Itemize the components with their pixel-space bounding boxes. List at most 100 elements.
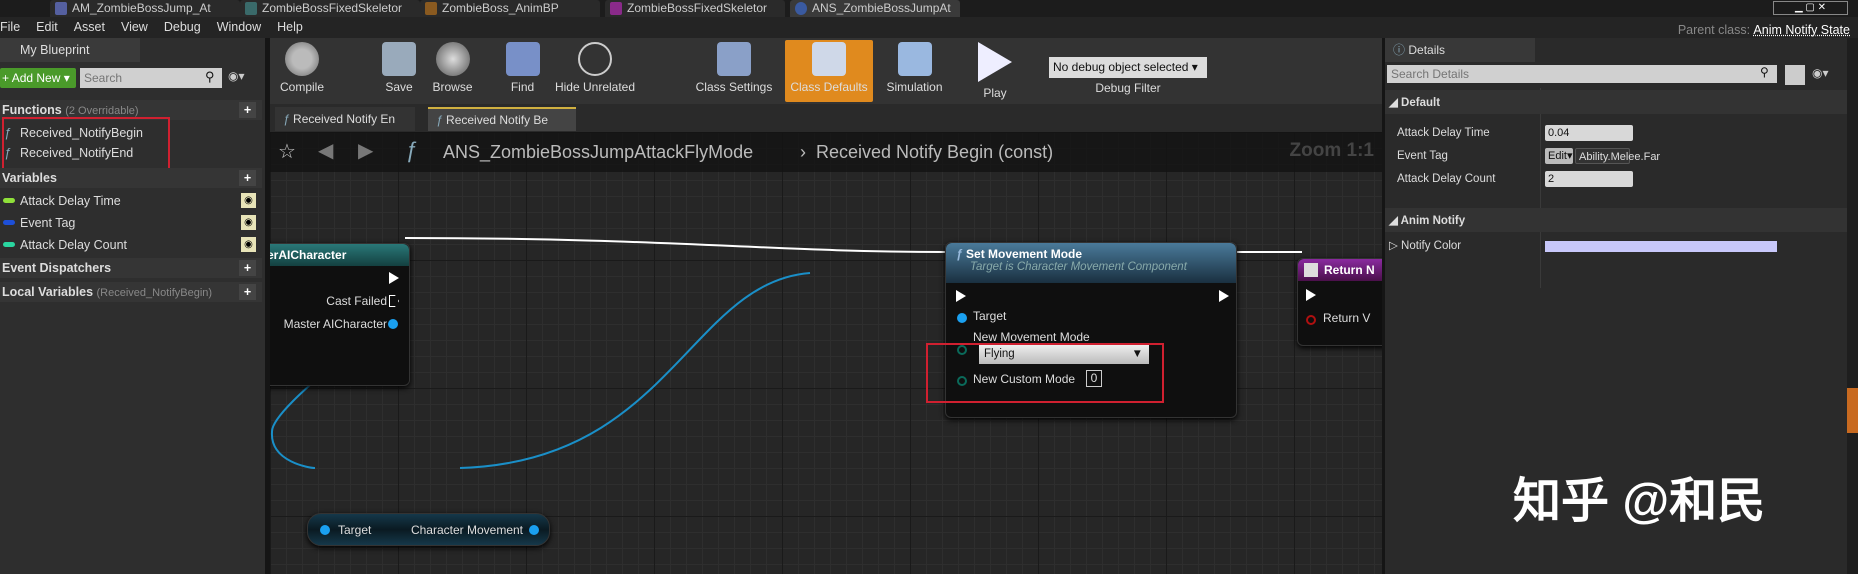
event-tag-value: Ability.Melee.Far	[1575, 148, 1660, 164]
event-tag-edit-button[interactable]: Edit▾	[1545, 148, 1573, 164]
watermark: 知乎 @和民	[1513, 475, 1766, 528]
eye-icon[interactable]: ◉	[241, 237, 256, 252]
return-value-label: Return V	[1323, 311, 1371, 325]
window-tab-active[interactable]: ANS_ZombieBossJumpAt	[790, 0, 960, 17]
save-disk-icon	[382, 42, 416, 76]
function-icon: ƒ	[283, 112, 290, 126]
struct-type-icon	[3, 220, 15, 225]
browse-button[interactable]: Browse	[425, 40, 480, 102]
target-pin[interactable]	[957, 313, 967, 323]
return-node[interactable]: Return N Return V	[1297, 258, 1382, 346]
my-blueprint-panel: My Blueprint + Add New ▾ ⚲ ◉▾ Functions …	[0, 38, 265, 574]
parent-class-link[interactable]: Anim Notify State	[1753, 23, 1850, 37]
save-button[interactable]: Save	[375, 40, 423, 102]
details-tab[interactable]: ⓘ Details	[1385, 38, 1535, 62]
details-search-input[interactable]	[1387, 65, 1777, 83]
scrollbar[interactable]	[1847, 38, 1858, 574]
exec-in-pin[interactable]	[956, 290, 966, 302]
exec-out-pin[interactable]	[389, 272, 399, 284]
variable-item[interactable]: Event Tag ◉	[0, 212, 262, 234]
window-tab-bar: AM_ZombieBossJump_At ZombieBossFixedSkel…	[0, 0, 1858, 17]
default-category[interactable]: ◢ Default	[1385, 90, 1858, 114]
add-new-button[interactable]: + Add New ▾	[0, 68, 76, 88]
add-function-button[interactable]: +	[239, 102, 256, 118]
return-value-pin[interactable]	[1306, 315, 1316, 325]
blueprint-graph[interactable]: ☆ ◀ ▶ ƒ ANS_ZombieBossJumpAttackFlyMode …	[270, 132, 1382, 574]
attack-delay-count-input[interactable]: 2	[1545, 171, 1633, 187]
node-header: ƒ Set Movement Mode Target is Character …	[946, 243, 1236, 283]
object-wire	[459, 272, 811, 469]
search-icon: ⚲	[205, 69, 215, 84]
node-graph-icon	[578, 42, 612, 76]
node-title: erAICharacter	[270, 244, 409, 266]
eye-icon[interactable]: ◉	[241, 215, 256, 230]
exec-in-pin[interactable]	[1306, 289, 1316, 301]
menu-file[interactable]: File	[0, 20, 20, 34]
cast-failed-pin[interactable]	[389, 295, 399, 307]
property-matrix-icon[interactable]	[1785, 65, 1805, 85]
float-type-icon	[3, 198, 15, 203]
menu-view[interactable]: View	[121, 20, 148, 34]
hide-unrelated-button[interactable]: Hide Unrelated	[550, 40, 640, 102]
target-pin[interactable]	[320, 525, 330, 535]
new-movement-mode-label: New Movement Mode	[973, 330, 1090, 344]
character-movement-label: Character Movement	[410, 523, 523, 537]
function-icon: ƒ	[956, 247, 963, 261]
menu-asset[interactable]: Asset	[74, 20, 105, 34]
window-tab[interactable]: ZombieBossFixedSkeletor	[240, 0, 420, 17]
play-icon	[978, 42, 1012, 82]
variable-item[interactable]: Attack Delay Time ◉	[0, 190, 262, 212]
add-variable-button[interactable]: +	[239, 170, 256, 186]
window-tab[interactable]: ZombieBoss_AnimBP	[420, 0, 600, 17]
add-local-variable-button[interactable]: +	[239, 284, 256, 300]
event-dispatchers-header[interactable]: Event Dispatchers +	[0, 258, 262, 278]
graph-tab-active[interactable]: ƒ Received Notify Be	[428, 107, 576, 131]
menu-debug[interactable]: Debug	[164, 20, 201, 34]
highlight-box	[2, 117, 170, 175]
notify-color-swatch[interactable]	[1545, 241, 1777, 252]
debug-object-dropdown[interactable]: No debug object selected ▾	[1049, 57, 1207, 78]
graph-tab[interactable]: ƒ Received Notify En	[275, 107, 415, 131]
window-controls[interactable]: ▁ ▢ ✕	[1773, 1, 1848, 15]
binoculars-icon	[505, 42, 540, 76]
get-character-movement-node[interactable]: Target Character Movement	[307, 513, 550, 546]
simulation-button[interactable]: Simulation	[877, 40, 952, 102]
character-movement-pin[interactable]	[529, 525, 539, 535]
variable-item[interactable]: Attack Delay Count ◉	[0, 234, 262, 256]
object-out-pin[interactable]	[388, 319, 398, 329]
scrollbar-thumb[interactable]	[1847, 388, 1858, 433]
function-icon: ƒ	[436, 113, 443, 127]
eye-icon[interactable]: ◉	[241, 193, 256, 208]
local-variables-header[interactable]: Local Variables (Received_NotifyBegin) +	[0, 282, 262, 302]
node-title: Set Movement Mode	[966, 247, 1083, 261]
int-type-icon	[3, 242, 15, 247]
anim-notify-category[interactable]: ◢ Anim Notify	[1385, 208, 1858, 232]
exec-out-pin[interactable]	[1219, 290, 1229, 302]
compile-button[interactable]: Compile	[272, 40, 332, 102]
class-settings-button[interactable]: Class Settings	[690, 40, 778, 102]
window-tab[interactable]: AM_ZombieBossJump_At	[50, 0, 240, 17]
class-defaults-button[interactable]: Class Defaults	[785, 40, 873, 102]
eye-view-options-icon[interactable]: ◉▾	[1812, 66, 1829, 80]
return-node-icon	[1304, 263, 1318, 277]
highlight-box	[926, 343, 1164, 403]
master-aicharacter-label: Master AICharacter	[283, 317, 387, 331]
simulation-icon	[897, 42, 932, 76]
my-blueprint-tab[interactable]: My Blueprint	[0, 38, 140, 62]
eye-view-options-icon[interactable]: ◉▾	[228, 69, 245, 83]
blueprint-search-input[interactable]	[80, 68, 222, 88]
cast-node[interactable]: erAICharacter Cast Failed Master AIChara…	[270, 243, 410, 386]
play-button[interactable]: Play	[970, 40, 1020, 102]
menu-edit[interactable]: Edit	[36, 20, 58, 34]
find-button[interactable]: Find	[500, 40, 545, 102]
class-settings-icon	[717, 42, 751, 76]
menu-window[interactable]: Window	[217, 20, 261, 34]
class-defaults-icon	[812, 42, 846, 76]
add-dispatcher-button[interactable]: +	[239, 260, 256, 276]
attack-delay-time-input[interactable]: 0.04	[1545, 125, 1633, 141]
window-tab[interactable]: ZombieBossFixedSkeletor	[605, 0, 785, 17]
debug-filter-label: Debug Filter	[1095, 81, 1161, 95]
variables-header[interactable]: Variables +	[0, 168, 262, 188]
details-panel: ⓘ Details ⚲ ◉▾ ◢ Default Attack Delay Ti…	[1385, 38, 1858, 574]
menu-help[interactable]: Help	[277, 20, 303, 34]
